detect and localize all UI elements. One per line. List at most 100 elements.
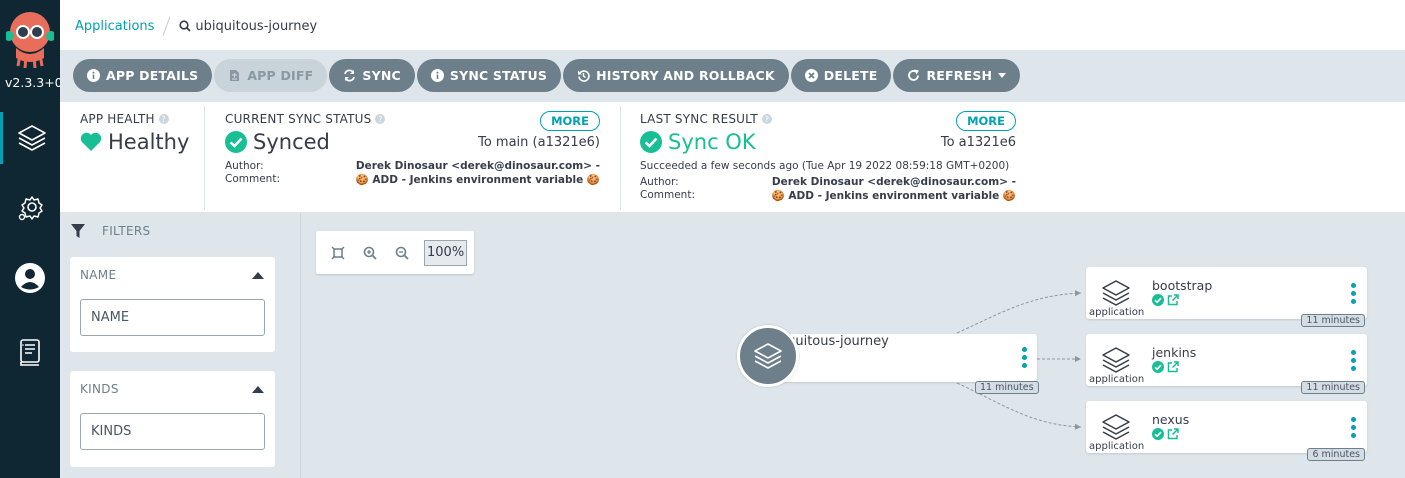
name-filter: NAME — [70, 257, 275, 352]
external-link-icon[interactable] — [1167, 361, 1179, 373]
history-icon — [578, 70, 590, 82]
child-node-jenkins[interactable]: application jenkins 11 minutes — [1086, 334, 1367, 394]
app-diff-button[interactable]: APP DIFF — [214, 59, 328, 92]
root-node-card[interactable]: ubiquitous-journey — [767, 334, 1037, 382]
root-app-node[interactable]: ubiquitous-journey 11 minutes — [737, 325, 1039, 394]
more-menu-icon[interactable] — [1022, 347, 1027, 368]
layers-icon — [17, 125, 46, 151]
more-menu-icon[interactable] — [1351, 283, 1356, 304]
close-circle-icon — [804, 69, 818, 82]
app-health-label: APP HEALTH ? — [80, 112, 205, 126]
breadcrumb-applications[interactable]: Applications — [75, 19, 154, 34]
filter-icon — [71, 224, 85, 238]
left-nav: v2.3.3+0 — [0, 0, 60, 478]
child-node-bootstrap[interactable]: application bootstrap 11 minutes — [1086, 267, 1367, 327]
comment-value: 🍪 ADD - Jenkins environment variable 🍪 — [771, 190, 1016, 202]
app-details-label: APP DETAILS — [106, 68, 199, 83]
filters-panel: FILTERS NAME KINDS — [60, 213, 301, 478]
nav-docs[interactable] — [0, 326, 60, 378]
last-sync-target: To a1321e6 — [940, 135, 1016, 150]
node-age: 11 minutes — [1301, 381, 1365, 394]
sync-status-button[interactable]: SYNC STATUS — [416, 59, 562, 92]
last-sync-result: LAST SYNC RESULT ? MORE Sync OK To a1321… — [640, 111, 1016, 202]
root-node-name: ubiquitous-journey — [767, 334, 889, 349]
current-sync-more-button[interactable]: MORE — [540, 111, 600, 131]
filters-header: FILTERS — [70, 223, 150, 239]
resource-tree-canvas[interactable]: 100% ubiquitous-journey 11 minutes appli… — [301, 213, 1405, 478]
last-sync-more-button[interactable]: MORE — [956, 111, 1016, 131]
status-panel: APP HEALTH ? Healthy CURRENT SYNC STATUS… — [60, 102, 1405, 213]
info-icon — [87, 69, 100, 82]
node-age: 6 minutes — [1307, 448, 1365, 461]
root-node-age: 11 minutes — [975, 381, 1039, 394]
nav-settings[interactable] — [0, 183, 60, 235]
help-icon[interactable]: ? — [761, 114, 772, 124]
kinds-filter-input[interactable] — [80, 413, 265, 450]
sync-text: Synced — [253, 130, 330, 154]
more-menu-icon[interactable] — [1351, 417, 1356, 438]
collapse-icon[interactable] — [252, 272, 264, 279]
current-sync-title: CURRENT SYNC STATUS — [225, 112, 372, 126]
sync-button[interactable]: SYNC — [329, 59, 415, 92]
check-circle-icon — [1152, 361, 1164, 373]
node-type-label: application — [1089, 374, 1145, 385]
version-label: v2.3.3+0 — [5, 75, 60, 90]
file-diff-icon — [230, 70, 240, 81]
help-icon[interactable]: ? — [375, 114, 386, 124]
divider — [620, 106, 621, 210]
refresh-icon — [908, 69, 920, 81]
app-details-button[interactable]: APP DETAILS — [73, 59, 213, 92]
more-menu-icon[interactable] — [1351, 350, 1356, 371]
name-filter-input[interactable] — [80, 299, 265, 336]
chevron-down-icon — [998, 73, 1007, 78]
app-health-value: Healthy — [80, 130, 205, 154]
history-rollback-button[interactable]: HISTORY AND ROLLBACK — [563, 59, 789, 92]
node-status — [1152, 361, 1179, 373]
top-bar: Applications ubiquitous-journey — [60, 0, 1405, 50]
check-circle-icon — [640, 131, 662, 153]
comment-value: 🍪 ADD - Jenkins environment variable 🍪 — [355, 174, 600, 186]
child-node-nexus[interactable]: application nexus 6 minutes — [1086, 401, 1367, 461]
external-link-icon[interactable] — [1167, 428, 1179, 440]
help-icon[interactable]: ? — [158, 114, 169, 124]
breadcrumb: Applications ubiquitous-journey — [75, 16, 317, 36]
divider — [204, 106, 205, 210]
check-circle-icon — [1152, 294, 1164, 306]
sync-status-label: SYNC STATUS — [449, 68, 548, 83]
gear-icon — [18, 196, 43, 221]
nav-user[interactable] — [0, 252, 60, 304]
current-sync-target: To main (a1321e6) — [478, 135, 600, 150]
app-diff-label: APP DIFF — [247, 68, 314, 83]
layers-icon — [1102, 347, 1130, 373]
author-label: Author: — [640, 176, 679, 188]
info-icon — [430, 69, 444, 82]
app-health: APP HEALTH ? Healthy — [80, 112, 205, 154]
author-value: Derek Dinosaur <derek@dinosaur.com> - — [771, 176, 1016, 188]
book-icon — [20, 339, 40, 366]
sync-label: SYNC — [362, 68, 401, 83]
argo-logo[interactable] — [4, 8, 56, 69]
refresh-label: REFRESH — [926, 68, 993, 83]
check-circle-icon — [225, 131, 247, 153]
app-name: ubiquitous-journey — [195, 18, 318, 34]
nav-applications[interactable] — [0, 112, 60, 164]
check-circle-icon — [1152, 428, 1164, 440]
app-health-title: APP HEALTH — [80, 112, 155, 126]
layers-icon — [1102, 414, 1130, 440]
node-name: nexus — [1152, 412, 1190, 427]
breadcrumb-current: ubiquitous-journey — [179, 19, 317, 34]
collapse-icon[interactable] — [252, 386, 264, 393]
last-sync-meta: Author: Derek Dinosaur <derek@dinosaur.co… — [640, 176, 1016, 202]
last-sync-note: Succeeded a few seconds ago (Tue Apr 19 … — [640, 160, 1010, 172]
edge-bootstrap — [956, 290, 1082, 334]
sync-ok-text: Sync OK — [668, 130, 756, 154]
root-node-icon — [737, 325, 799, 387]
external-link-icon[interactable] — [1167, 294, 1179, 306]
refresh-button[interactable]: REFRESH — [893, 59, 1021, 92]
node-name: jenkins — [1152, 345, 1197, 360]
node-type-label: application — [1089, 307, 1145, 318]
current-sync-meta: Author: Derek Dinosaur <derek@dinosaur.co… — [225, 160, 600, 186]
delete-button[interactable]: DELETE — [790, 59, 892, 92]
node-status — [1152, 294, 1179, 306]
heart-icon — [80, 132, 102, 151]
